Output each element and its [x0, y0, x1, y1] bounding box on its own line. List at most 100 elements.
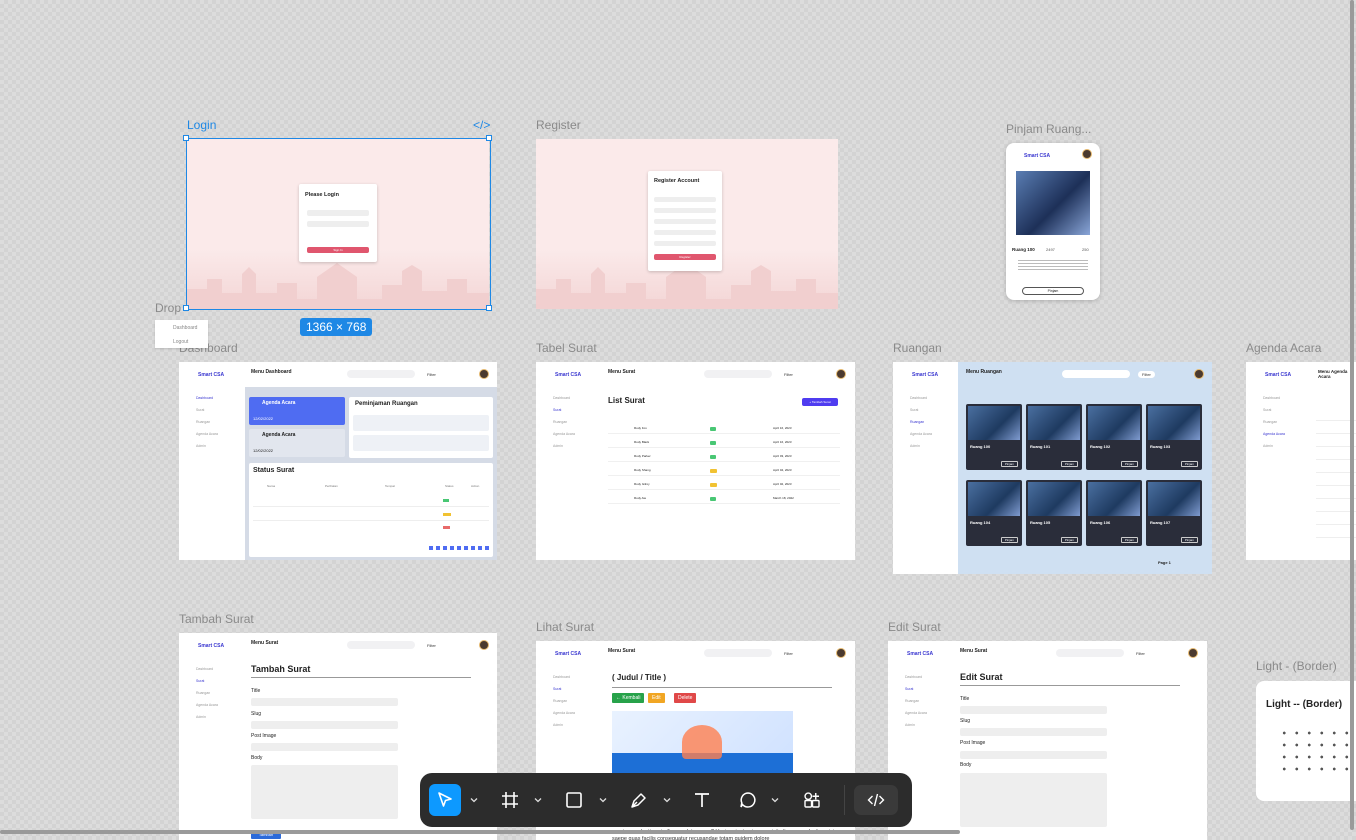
- sidebar-item-ruangan[interactable]: Ruangan: [196, 691, 210, 695]
- sidebar-item-surat[interactable]: Surat: [1263, 408, 1271, 412]
- pen-tool-button[interactable]: [623, 784, 655, 816]
- title-input[interactable]: [251, 698, 398, 706]
- sidebar-item-dashboard[interactable]: Dashboard: [1263, 396, 1280, 400]
- search-input[interactable]: [1056, 649, 1124, 657]
- filter-button[interactable]: Filter: [784, 372, 793, 377]
- search-input[interactable]: [347, 370, 415, 378]
- image-input[interactable]: [251, 743, 398, 751]
- sidebar-item-ruangan[interactable]: Ruangan: [553, 420, 567, 424]
- sidebar-item-dashboard[interactable]: Dashboard: [905, 675, 922, 679]
- sidebar-item-agenda[interactable]: Agenda Acara: [553, 711, 575, 715]
- avatar[interactable]: [479, 640, 489, 650]
- comment-tool-button[interactable]: [732, 784, 764, 816]
- search-input[interactable]: [347, 641, 415, 649]
- delete-button[interactable]: Delete: [674, 693, 697, 703]
- horizontal-scrollbar[interactable]: [0, 830, 960, 834]
- table-row[interactable]: Rudy Black April 16, 2023: [608, 438, 840, 448]
- email-field[interactable]: [654, 208, 716, 213]
- frame-label-tambah-surat[interactable]: Tambah Surat: [179, 612, 254, 626]
- dev-mode-toggle[interactable]: [854, 785, 898, 815]
- text-tool-button[interactable]: [686, 784, 718, 816]
- table-row[interactable]: Rudy Gilroy April 02, 2023: [608, 480, 840, 490]
- search-input[interactable]: [704, 370, 772, 378]
- move-tool-button[interactable]: [429, 784, 461, 816]
- peminjaman-item[interactable]: [353, 435, 489, 451]
- room-card[interactable]: Ruang 105 Pinjam: [1026, 480, 1082, 546]
- sidebar-item-surat[interactable]: Surat: [905, 687, 913, 691]
- vertical-scrollbar[interactable]: [1350, 0, 1354, 830]
- sidebar-item-surat[interactable]: Surat: [196, 408, 204, 412]
- dashboard-frame[interactable]: Smart CSA Dashboard Surat Ruangan Agenda…: [179, 362, 497, 560]
- sidebar-item-admin[interactable]: Admin: [196, 715, 206, 719]
- pagination-label[interactable]: Page 1: [1158, 560, 1171, 565]
- room-card[interactable]: Ruang 104 Pinjam: [966, 480, 1022, 546]
- table-row[interactable]: Rudy Parker April 03, 2023: [608, 452, 840, 462]
- frame-label-ruangan[interactable]: Ruangan: [893, 341, 942, 355]
- kembali-button[interactable]: ← Kembali: [612, 693, 645, 703]
- chevron-down-icon[interactable]: [533, 795, 543, 805]
- sidebar-item-ruangan[interactable]: Ruangan: [905, 699, 919, 703]
- table-row[interactable]: Rudy Shang April 04, 2023: [608, 466, 840, 476]
- password-field[interactable]: [654, 219, 716, 224]
- sidebar-item-ruangan[interactable]: Ruangan: [1263, 420, 1277, 424]
- extra-field[interactable]: [654, 241, 716, 246]
- register-button[interactable]: Register: [654, 254, 716, 260]
- sidebar-item-surat[interactable]: Surat: [910, 408, 918, 412]
- sidebar-item-agenda[interactable]: Agenda Acara: [196, 703, 218, 707]
- chevron-down-icon[interactable]: [662, 795, 672, 805]
- avatar[interactable]: [1082, 149, 1092, 159]
- frame-label-light-border[interactable]: Light - (Border): [1256, 659, 1337, 673]
- room-card[interactable]: Ruang 106 Pinjam: [1086, 480, 1142, 546]
- frame-label-drop[interactable]: Drop: [155, 301, 181, 315]
- avatar[interactable]: [479, 369, 489, 379]
- title-input[interactable]: [960, 706, 1107, 714]
- search-input[interactable]: [1062, 370, 1130, 378]
- tabel-surat-frame[interactable]: Smart CSA Dashboard Surat Ruangan Agenda…: [536, 362, 855, 560]
- filter-button[interactable]: Filter: [427, 643, 436, 648]
- code-icon[interactable]: </>: [473, 118, 490, 132]
- sidebar-item-ruangan[interactable]: Ruangan: [910, 420, 924, 424]
- sidebar-item-dashboard[interactable]: Dashboard: [553, 396, 570, 400]
- register-frame[interactable]: Register Account Register: [536, 139, 838, 309]
- sidebar-item-surat[interactable]: Surat: [196, 679, 204, 683]
- resize-handle-br[interactable]: [486, 305, 492, 311]
- agenda-acara-frame[interactable]: Smart CSA Dashboard Surat Ruangan Agenda…: [1246, 362, 1356, 560]
- ruangan-frame[interactable]: Smart CSA Dashboard Surat Ruangan Agenda…: [893, 362, 1212, 574]
- avatar[interactable]: [1188, 648, 1198, 658]
- sidebar-item-ruangan[interactable]: Ruangan: [553, 699, 567, 703]
- slug-input[interactable]: [251, 721, 398, 729]
- pinjam-ruang-frame[interactable]: Smart CSA Ruang 100 2497 250 Pinjam: [1006, 143, 1100, 300]
- room-card[interactable]: Ruang 101 Pinjam: [1026, 404, 1082, 470]
- avatar[interactable]: [836, 369, 846, 379]
- light-border-frame[interactable]: Light -- (Border): [1256, 681, 1356, 801]
- pagination[interactable]: [429, 546, 489, 550]
- sidebar-item-admin[interactable]: Admin: [905, 723, 915, 727]
- pinjam-button[interactable]: Pinjam: [1022, 287, 1084, 295]
- filter-button[interactable]: Filter: [427, 372, 436, 377]
- frame-tool-button[interactable]: [494, 784, 526, 816]
- table-row[interactable]: Rudy Ate March 18, 2022: [608, 494, 840, 504]
- image-input[interactable]: [960, 751, 1107, 759]
- agenda-card-2[interactable]: Agenda Acara 12/02/2022: [249, 429, 345, 457]
- room-card[interactable]: Ruang 107 Pinjam: [1146, 480, 1202, 546]
- slug-input[interactable]: [960, 728, 1107, 736]
- body-input[interactable]: [960, 773, 1107, 827]
- edit-surat-frame[interactable]: Smart CSA Dashboard Surat Ruangan Agenda…: [888, 641, 1207, 840]
- peminjaman-item[interactable]: [353, 415, 489, 431]
- chevron-down-icon[interactable]: [770, 795, 780, 805]
- chevron-down-icon[interactable]: [598, 795, 608, 805]
- search-input[interactable]: [704, 649, 772, 657]
- name-field[interactable]: [654, 197, 716, 202]
- sidebar-item-surat[interactable]: Surat: [553, 408, 561, 412]
- sidebar-item-agenda[interactable]: Agenda Acara: [553, 432, 575, 436]
- sidebar-item-admin[interactable]: Admin: [196, 444, 206, 448]
- sidebar-item-dashboard[interactable]: Dashboard: [196, 667, 213, 671]
- chevron-down-icon[interactable]: [469, 795, 479, 805]
- sidebar-item-agenda[interactable]: Agenda Acara: [910, 432, 932, 436]
- sidebar-item-ruangan[interactable]: Ruangan: [196, 420, 210, 424]
- avatar[interactable]: [1194, 369, 1204, 379]
- avatar[interactable]: [836, 648, 846, 658]
- dropdown-item-logout[interactable]: Logout: [173, 339, 188, 345]
- frame-label-tabel-surat[interactable]: Tabel Surat: [536, 341, 597, 355]
- resize-handle-bl[interactable]: [183, 305, 189, 311]
